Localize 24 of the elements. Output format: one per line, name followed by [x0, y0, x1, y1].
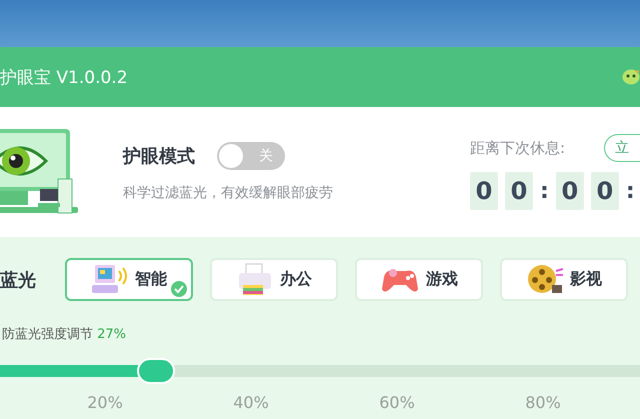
timer-separator: :	[540, 178, 549, 204]
check-icon	[171, 281, 187, 297]
filter-mode-button[interactable]: 智能	[65, 258, 193, 301]
window-title: 护眼宝 V1.0.0.2	[0, 66, 128, 88]
filter-mode-label: 蓝光	[0, 268, 37, 292]
slider-tick-label: 20%	[86, 393, 124, 412]
eye-care-description: 科学过滤蓝光，有效缓解眼部疲劳	[123, 184, 334, 202]
timer-digit: 0	[556, 172, 584, 210]
timer-digit: 0	[590, 172, 619, 210]
filter-strength-label: 防蓝光强度调节 27%	[2, 326, 126, 343]
slider-tick-label: 40%	[232, 393, 270, 412]
slider-tick-label: 60%	[378, 393, 416, 412]
timer-digit: 0	[505, 172, 533, 210]
filter-mode-button[interactable]: 影视	[500, 258, 628, 301]
timer-separator: :	[626, 178, 635, 204]
eye-care-title: 护眼模式	[123, 145, 195, 168]
mascot-icon	[622, 69, 640, 85]
slider-tick-label: 80%	[524, 393, 562, 412]
timer-digit: 0	[470, 172, 498, 210]
strength-slider-thumb[interactable]	[137, 358, 176, 384]
rest-countdown-label: 距离下次休息:	[470, 138, 566, 158]
printer-icon	[236, 262, 274, 296]
filter-mode-button[interactable]: 办公	[210, 258, 338, 301]
filter-mode-button[interactable]: 游戏	[355, 258, 483, 301]
